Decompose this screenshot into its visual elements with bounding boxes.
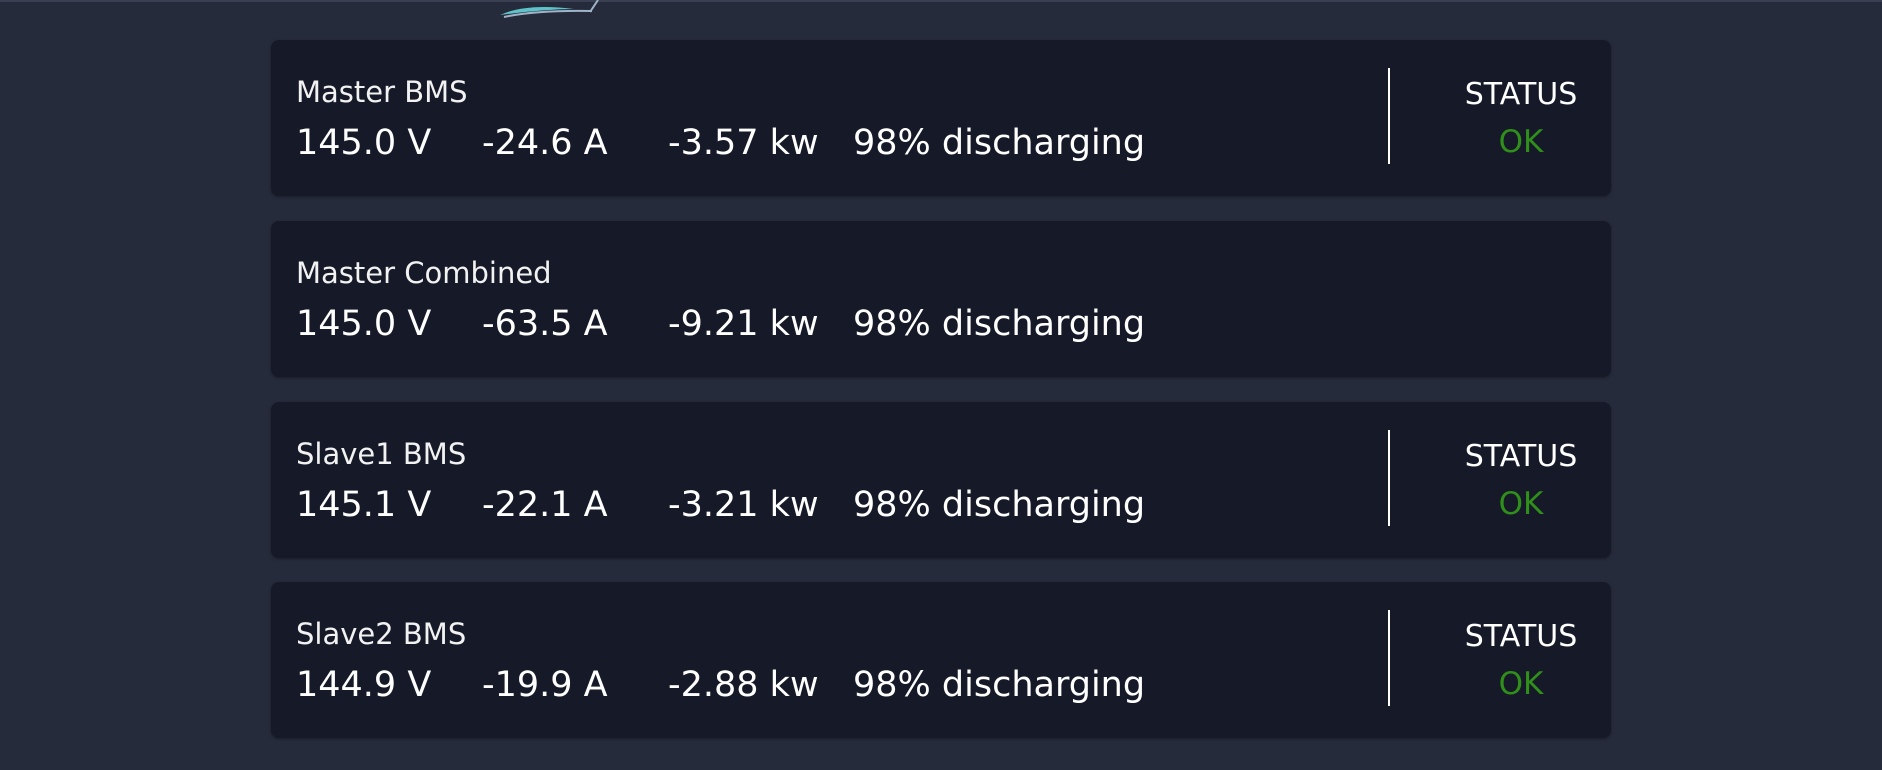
power-value: -3.57 kw — [668, 123, 819, 163]
battery-card-master-combined: Master Combined 145.0 V -63.5 A -9.21 kw… — [271, 221, 1611, 377]
battery-card-master-bms: Master BMS 145.0 V -24.6 A -3.57 kw 98% … — [271, 40, 1611, 196]
status-label: STATUS — [1464, 619, 1578, 654]
battery-name: Master Combined — [296, 256, 552, 290]
state-of-charge-value: 98% discharging — [853, 304, 1146, 344]
battery-name: Slave2 BMS — [296, 617, 467, 651]
status-divider — [1388, 610, 1390, 706]
state-of-charge-value: 98% discharging — [853, 665, 1146, 705]
voltage-value: 144.9 V — [296, 665, 432, 705]
current-value: -63.5 A — [482, 304, 608, 344]
status-value: OK — [1498, 666, 1544, 702]
status-divider — [1388, 68, 1390, 164]
state-of-charge-value: 98% discharging — [853, 123, 1146, 163]
boat-logo-icon — [500, 0, 599, 18]
battery-card-slave1-bms: Slave1 BMS 145.1 V -22.1 A -3.21 kw 98% … — [271, 402, 1611, 558]
voltage-value: 145.1 V — [296, 485, 432, 525]
status-label: STATUS — [1464, 77, 1578, 112]
power-value: -2.88 kw — [668, 665, 819, 705]
current-value: -19.9 A — [482, 665, 608, 705]
battery-name: Master BMS — [296, 75, 468, 109]
power-value: -9.21 kw — [668, 304, 819, 344]
status-value: OK — [1498, 124, 1544, 160]
top-border — [0, 0, 1882, 2]
state-of-charge-value: 98% discharging — [853, 485, 1146, 525]
voltage-value: 145.0 V — [296, 123, 432, 163]
current-value: -24.6 A — [482, 123, 608, 163]
power-value: -3.21 kw — [668, 485, 819, 525]
status-divider — [1388, 430, 1390, 526]
battery-card-slave2-bms: Slave2 BMS 144.9 V -19.9 A -2.88 kw 98% … — [271, 582, 1611, 738]
current-value: -22.1 A — [482, 485, 608, 525]
voltage-value: 145.0 V — [296, 304, 432, 344]
status-label: STATUS — [1464, 439, 1578, 474]
battery-name: Slave1 BMS — [296, 437, 467, 471]
status-value: OK — [1498, 486, 1544, 522]
